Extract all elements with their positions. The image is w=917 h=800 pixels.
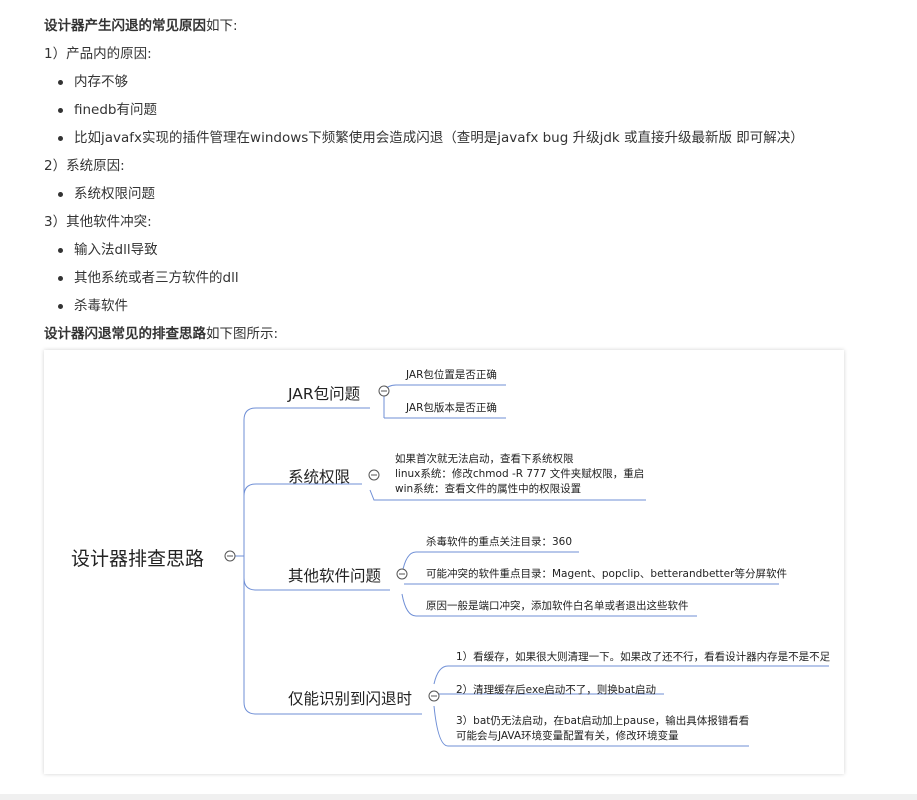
intro-strong: 设计器产生闪退的常见原因 [44,18,206,34]
leaf-line [433,665,829,685]
list-item: finedb有问题 [57,102,158,118]
leaf-perm-2: linux系统：修改chmod -R 777 文件夹赋权限，重启 [395,468,645,480]
section-heading-2: 2）系统原因: [44,158,125,174]
mindmap-root: 设计器排查思路 [71,548,205,570]
leaf-perm-3: win系统：查看文件的属性中的权限设置 [395,483,582,495]
intro-tail: 如下: [206,18,238,34]
list-item: 其他系统或者三方软件的dll [58,270,239,286]
list-item: 系统权限问题 [58,186,155,202]
list-item: 内存不够 [58,74,128,90]
leaf-line [383,384,506,392]
bottom-divider [0,794,917,800]
leaf-crash-2: 2）清理缓存后exe启动不了，则换bat启动 [456,684,657,696]
leaf-other-1: 杀毒软件的重点关注目录：360 [426,536,573,548]
section-heading-1: 1）产品内的原因: [44,46,152,62]
diagram-intro-tail: 如下图所示: [206,326,279,342]
branch-crash: 仅能识别到闪退时 [288,690,413,708]
leaf-other-2: 可能冲突的软件重点目录：Magent、popclip、betterandbett… [426,568,787,580]
leaf-other-3: 原因一般是端口冲突，添加软件白名单或者退出这些软件 [426,600,689,612]
list-item: 输入法dll导致 [58,242,158,258]
list-item: 杀毒软件 [58,298,128,314]
leaf-crash-4: 可能会与JAVA环境变量配置有关，修改环境变量 [456,730,679,742]
list-item: 比如javafx实现的插件管理在windows下频繁使用会造成闪退（查明是jav… [58,130,804,146]
mindmap-diagram: 设计器排查思路 JAR包问题 JAR包位置是否正确 JAR包版本是否正确 系统权… [44,350,844,774]
trunk-perm [243,483,362,556]
leaf-jar-1: JAR包位置是否正确 [406,369,497,381]
branch-other: 其他软件问题 [288,567,382,585]
diagram-intro-line: 设计器闪退常见的排查思路如下图所示: [44,325,278,343]
intro-line: 设计器产生闪退的常见原因如下: [44,17,238,35]
diagram-intro-strong: 设计器闪退常见的排查思路 [44,326,206,342]
leaf-crash-3: 3）bat仍无法启动，在bat启动加上pause，输出具体报错看看 [456,715,750,727]
leaf-jar-2: JAR包版本是否正确 [406,402,497,414]
leaf-perm-1: 如果首次就无法启动，查看下系统权限 [395,453,574,465]
branch-perm: 系统权限 [288,468,351,486]
branch-jar: JAR包问题 [288,385,361,403]
section-heading-3: 3）其他软件冲突: [44,214,152,230]
leaf-crash-1: 1）看缓存，如果很大则清理一下。如果改了还不行，看看设计器内存是不是不足 [456,651,831,663]
